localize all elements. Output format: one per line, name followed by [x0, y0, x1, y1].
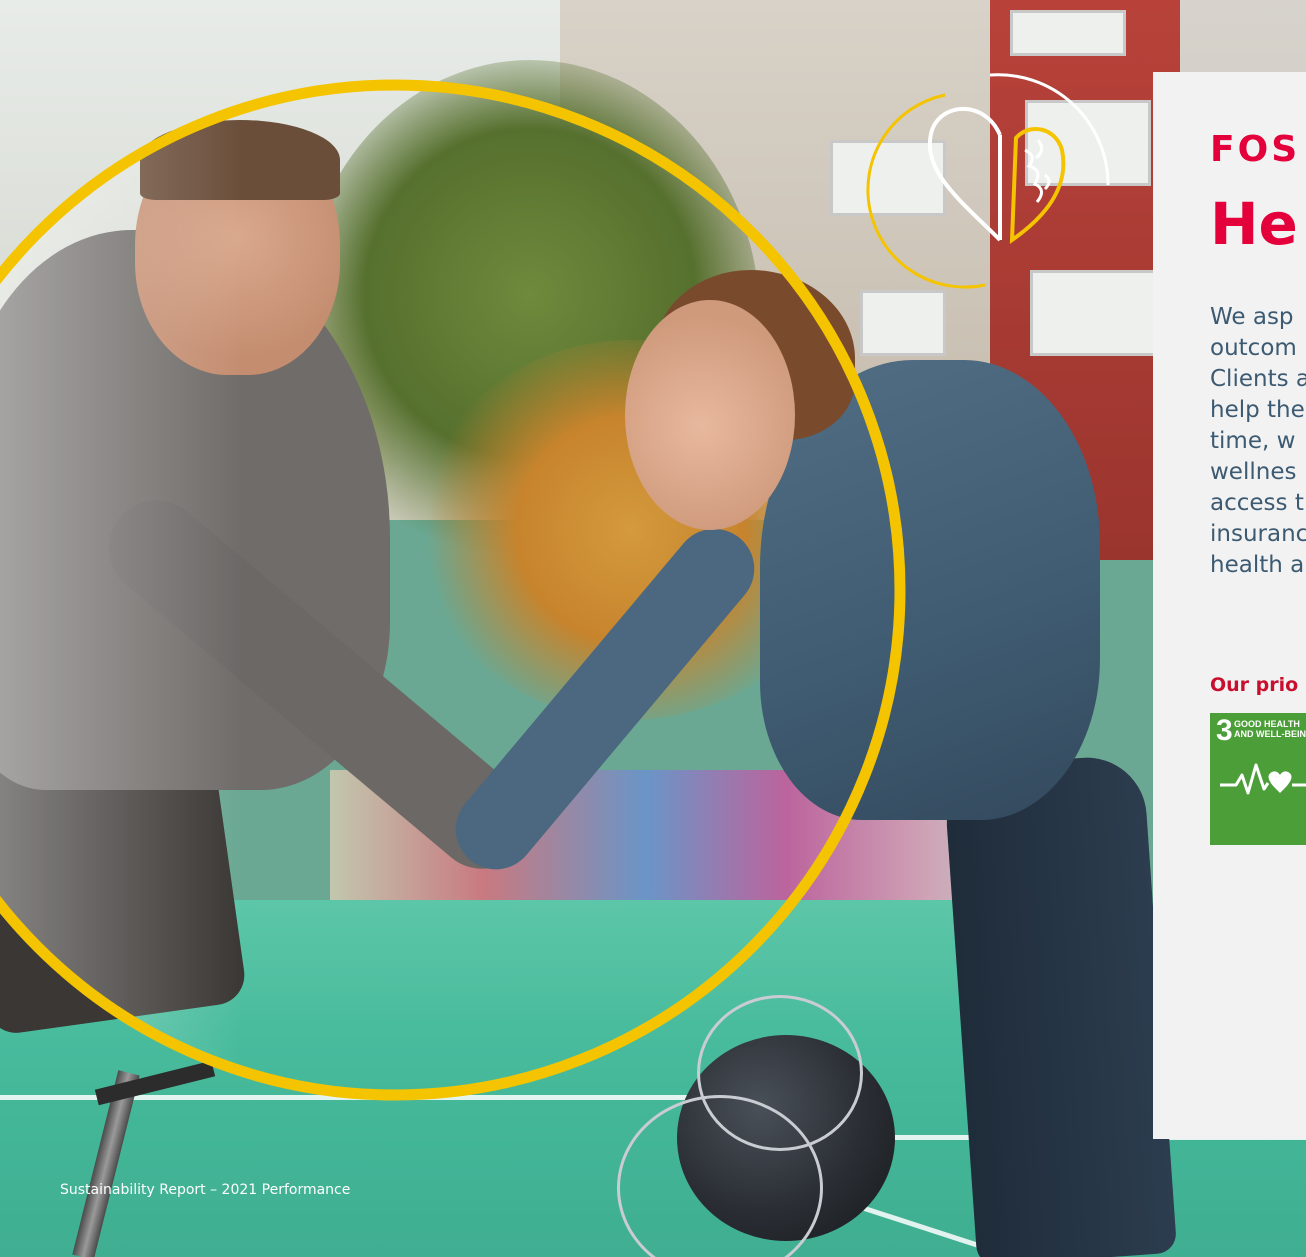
photo-basketball	[617, 995, 895, 1257]
body-line: We asp	[1210, 304, 1294, 330]
body-line: insuranc	[1210, 521, 1306, 547]
photo-window	[1025, 100, 1151, 186]
section-body: We asp outcom Clients a help the time, w…	[1210, 302, 1306, 581]
body-line: health a	[1210, 552, 1305, 578]
body-line: access t	[1210, 490, 1304, 516]
photo-woman-legs	[942, 753, 1178, 1257]
body-line: outcom	[1210, 335, 1297, 361]
photo-window	[860, 290, 946, 356]
sdg-number: 3	[1216, 714, 1233, 747]
photo-window	[1010, 10, 1126, 56]
priorities-label: Our prio	[1210, 674, 1299, 696]
content-panel: FOS He We asp outcom Clients a help the …	[1153, 72, 1306, 1139]
body-line: time, w	[1210, 428, 1296, 454]
photo-man-hair	[140, 120, 340, 200]
sdg-title-line: AND WELL-BEIN	[1234, 729, 1306, 739]
background-photo	[0, 0, 1306, 1257]
section-title: He	[1210, 190, 1298, 258]
heartbeat-icon	[1220, 763, 1306, 795]
sdg-title-line: GOOD HEALTH	[1234, 719, 1300, 729]
photo-window	[1030, 270, 1156, 356]
photo-window	[830, 140, 946, 216]
body-line: help the	[1210, 397, 1305, 423]
photo-woman-head	[625, 300, 795, 530]
section-eyebrow: FOS	[1210, 129, 1301, 170]
report-footer: Sustainability Report – 2021 Performance	[60, 1182, 351, 1198]
sdg-title: GOOD HEALTH AND WELL-BEIN	[1234, 719, 1306, 739]
sdg-3-tile: 3 GOOD HEALTH AND WELL-BEIN	[1210, 713, 1306, 845]
body-line: Clients a	[1210, 366, 1306, 392]
body-line: wellnes	[1210, 459, 1297, 485]
